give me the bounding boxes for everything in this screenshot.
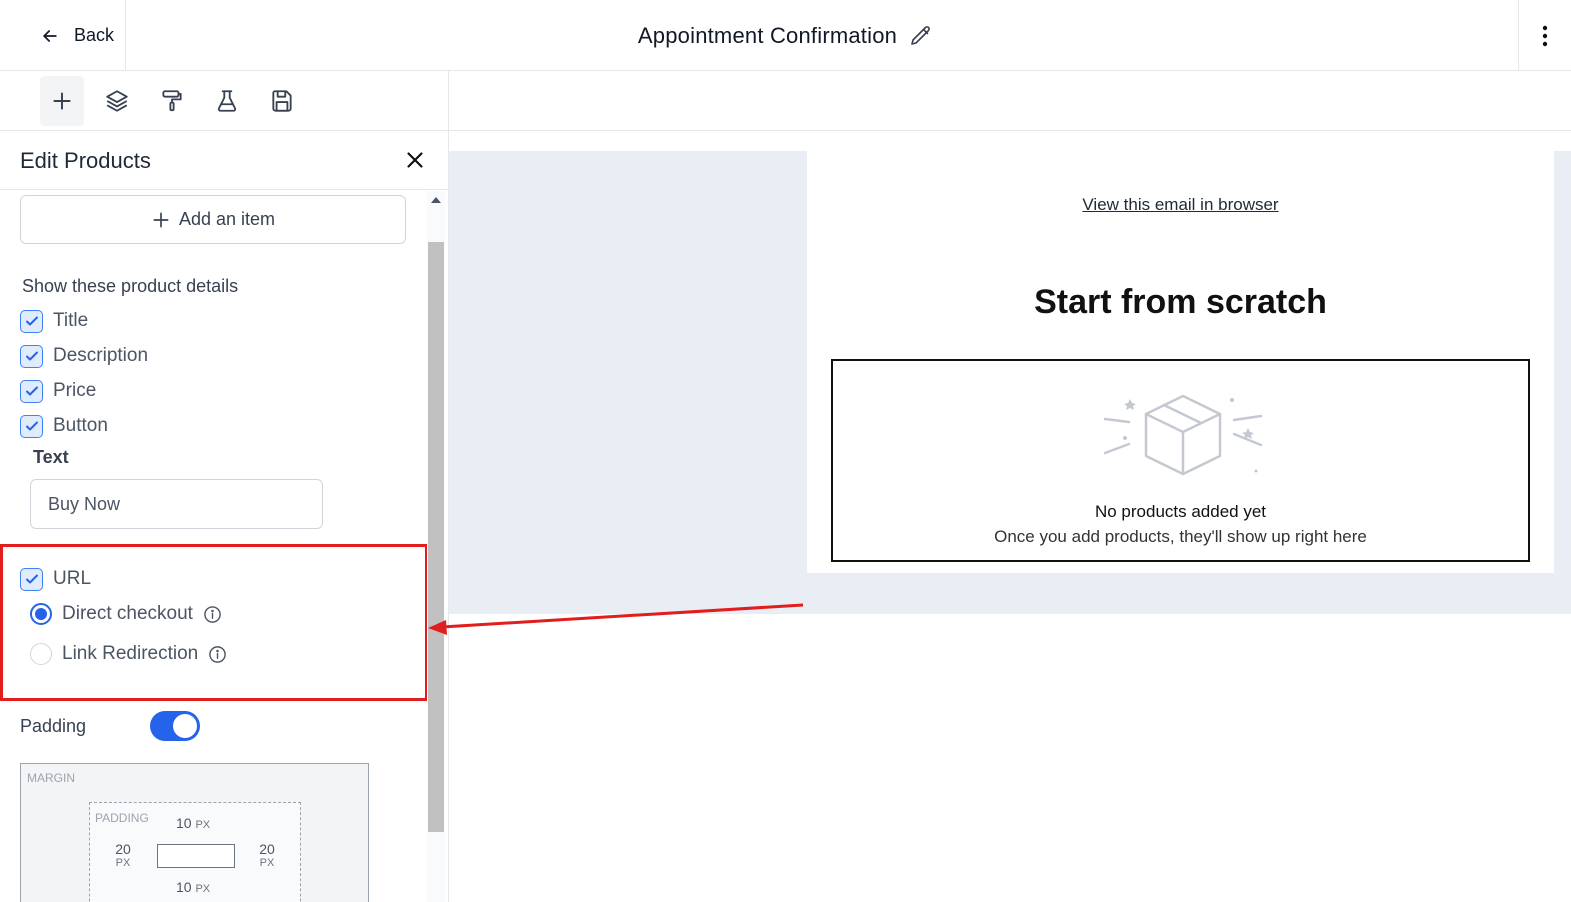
detail-description-row: Description <box>20 343 148 369</box>
padding-box: PADDING 10 PX 20 PX 20 PX 10 PX <box>89 802 301 902</box>
scroll-up-arrow-icon[interactable] <box>431 197 441 203</box>
margin-label: MARGIN <box>27 771 75 785</box>
link-redirection-radio[interactable] <box>30 643 52 665</box>
details-heading: Show these product details <box>22 276 239 296</box>
paint-roller-icon <box>162 90 182 112</box>
edit-products-panel: Edit Products Add an item Show these pro… <box>0 131 449 902</box>
description-label: Description <box>53 345 149 366</box>
padding-top-value[interactable]: 10 PX <box>176 815 210 831</box>
padding-label: Padding <box>20 716 87 736</box>
url-label: URL <box>53 568 92 589</box>
email-preview: View this email in browser Start from sc… <box>807 151 1554 573</box>
add-block-button[interactable] <box>40 76 84 126</box>
empty-state-subtitle: Once you add products, they'll show up r… <box>994 527 1367 546</box>
direct-checkout-label: Direct checkout <box>62 603 193 624</box>
styles-button[interactable] <box>150 76 194 126</box>
add-item-label: Add an item <box>178 209 276 229</box>
add-item-button[interactable]: Add an item <box>20 195 406 244</box>
panel-header: Edit Products <box>0 131 448 190</box>
divider <box>449 130 1571 131</box>
layers-icon <box>106 90 128 112</box>
checkmark-icon <box>25 316 38 326</box>
kebab-menu-icon <box>1542 25 1548 46</box>
url-row: URL <box>20 566 91 592</box>
button-text-label: Text <box>33 447 69 467</box>
view-in-browser-link[interactable]: View this email in browser <box>807 195 1554 215</box>
button-text-input[interactable] <box>30 479 323 529</box>
checkmark-icon <box>25 351 38 361</box>
checkmark-icon <box>25 574 38 584</box>
email-heading[interactable]: Start from scratch <box>807 283 1554 322</box>
arrow-left-icon <box>43 29 57 42</box>
info-icon[interactable] <box>203 605 222 624</box>
button-label: Button <box>53 415 108 436</box>
annotation-arrow <box>428 603 804 635</box>
checkmark-icon <box>25 421 38 431</box>
direct-checkout-option: Direct checkout <box>30 601 222 627</box>
empty-box-icon <box>1103 394 1263 476</box>
layers-button[interactable] <box>95 76 139 126</box>
title-label: Title <box>53 310 89 331</box>
padding-toggle[interactable] <box>150 711 200 741</box>
products-block[interactable]: No products added yet Once you add produ… <box>831 359 1530 562</box>
template-title: Appointment Confirmation <box>637 22 898 48</box>
info-icon[interactable] <box>208 645 227 664</box>
link-redirection-option: Link Redirection <box>30 641 227 667</box>
more-options-button[interactable] <box>1518 0 1571 71</box>
button-checkbox[interactable] <box>20 414 43 438</box>
url-checkbox[interactable] <box>20 567 43 591</box>
price-checkbox[interactable] <box>20 379 43 403</box>
flask-icon <box>217 90 237 112</box>
plus-icon <box>153 212 169 227</box>
test-button[interactable] <box>205 76 249 126</box>
empty-state-title: No products added yet <box>1094 502 1267 521</box>
back-button[interactable]: Back <box>0 0 126 71</box>
detail-button-row: Button <box>20 413 108 439</box>
title-checkbox[interactable] <box>20 309 43 333</box>
padding-box-label: PADDING <box>95 811 149 825</box>
padding-bottom-value[interactable]: 10 PX <box>176 879 210 895</box>
padding-right-value[interactable]: 20 PX <box>256 841 278 869</box>
editor-toolbar <box>0 71 449 131</box>
description-checkbox[interactable] <box>20 344 43 368</box>
detail-price-row: Price <box>20 378 96 404</box>
close-icon[interactable] <box>402 147 428 173</box>
pencil-icon[interactable] <box>909 24 933 48</box>
padding-left-value[interactable]: 20 PX <box>112 841 134 869</box>
direct-checkout-radio[interactable] <box>30 603 52 625</box>
back-label: Back <box>74 25 115 45</box>
save-icon <box>272 90 292 112</box>
checkmark-icon <box>25 386 38 396</box>
price-label: Price <box>53 380 97 401</box>
add-icon <box>53 92 71 110</box>
scrollbar-thumb[interactable] <box>428 242 444 832</box>
panel-title: Edit Products <box>20 148 151 173</box>
detail-title-row: Title <box>20 308 88 334</box>
save-button[interactable] <box>260 76 304 126</box>
link-redirection-label: Link Redirection <box>62 643 199 664</box>
margin-box: MARGIN PADDING 10 PX 20 PX 20 PX 10 PX <box>20 763 369 902</box>
top-bar: Back Appointment Confirmation <box>0 0 1571 71</box>
content-box <box>157 844 235 868</box>
